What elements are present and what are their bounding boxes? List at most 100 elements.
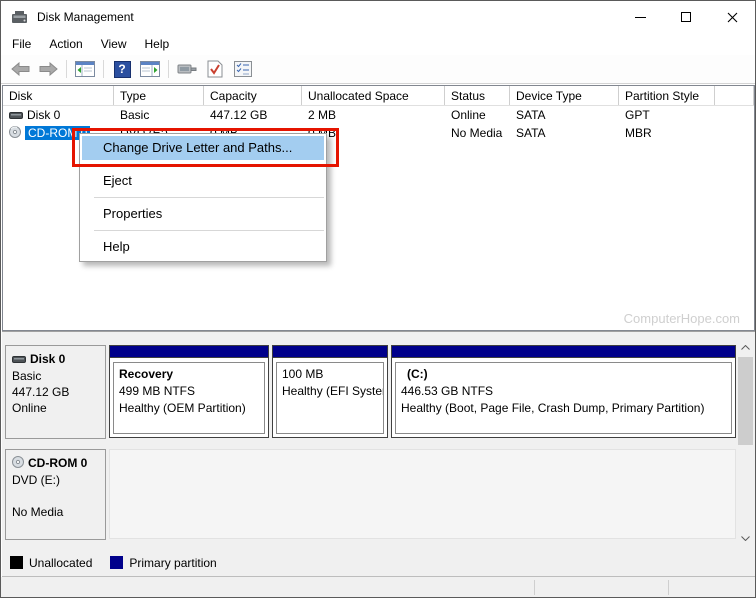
partition-size: 100 MB (282, 366, 383, 383)
scroll-up-button[interactable] (737, 339, 754, 356)
column-header-unallocated-space[interactable]: Unallocated Space (302, 86, 445, 105)
checklist-icon (234, 61, 252, 77)
partition-efi[interactable]: 100 MB Healthy (EFI System (272, 345, 388, 438)
vertical-scrollbar[interactable] (737, 339, 754, 547)
cdrom-status: No Media (445, 124, 510, 142)
panel-splitter[interactable] (2, 331, 755, 338)
device-tool-button[interactable] (174, 57, 200, 81)
minimize-icon (635, 17, 646, 18)
disk-type: Basic (114, 106, 204, 124)
toolbar-separator (168, 60, 169, 78)
help-icon: ? (114, 61, 131, 78)
menu-file[interactable]: File (3, 35, 40, 53)
menu-item-change-drive-letter[interactable]: Change Drive Letter and Paths... (82, 136, 324, 160)
disk-name: Disk 0 (27, 108, 60, 122)
disk0-label-box[interactable]: Disk 0 Basic 447.12 GB Online (5, 345, 106, 439)
menu-view[interactable]: View (92, 35, 136, 53)
title-bar: Disk Management (1, 1, 755, 33)
partition-color-bar (273, 346, 387, 358)
console-tree-icon (75, 61, 95, 77)
cd-rom-icon (9, 125, 21, 142)
partition-recovery[interactable]: Recovery 499 MB NTFS Healthy (OEM Partit… (109, 345, 269, 438)
menu-help[interactable]: Help (136, 35, 179, 53)
forward-arrow-icon (39, 62, 58, 76)
close-icon (727, 12, 738, 23)
watermark: ComputerHope.com (624, 311, 740, 326)
maximize-button[interactable] (663, 1, 709, 33)
graphical-view-panel: Disk 0 Basic 447.12 GB Online Recovery 4… (2, 338, 755, 549)
legend-primary-partition-label: Primary partition (129, 556, 216, 570)
disk-management-app-icon (11, 9, 29, 25)
checklist-button[interactable] (230, 57, 256, 81)
disk0-name: Disk 0 (30, 352, 65, 366)
cdrom0-label-box[interactable]: CD-ROM 0 DVD (E:) No Media (5, 449, 106, 540)
disk0-type: Basic (12, 368, 101, 384)
partition-title: Recovery (119, 366, 264, 383)
cdrom0-name: CD-ROM 0 (28, 456, 87, 470)
hard-disk-icon (12, 352, 26, 368)
legend-unallocated-label: Unallocated (29, 556, 92, 570)
menu-bar: File Action View Help (1, 33, 755, 55)
toolbar-separator (103, 60, 104, 78)
scrollbar-thumb[interactable] (738, 357, 753, 445)
partition-title: (C:) (401, 366, 731, 383)
toolbar: ? (1, 55, 755, 84)
window-title: Disk Management (37, 10, 134, 24)
back-arrow-icon (11, 62, 30, 76)
column-header-device-type[interactable]: Device Type (510, 86, 619, 105)
show-action-pane-button[interactable] (137, 57, 163, 81)
partition-size: 446.53 GB NTFS (401, 383, 731, 400)
help-button[interactable]: ? (109, 57, 135, 81)
chevron-down-icon (741, 536, 750, 541)
scroll-down-button[interactable] (737, 530, 754, 547)
cdrom-partition-style: MBR (619, 124, 715, 142)
table-row-disk0[interactable]: Disk 0 Basic 447.12 GB 2 MB Online SATA … (3, 106, 754, 124)
partition-c-drive[interactable]: (C:) 446.53 GB NTFS Healthy (Boot, Page … (391, 345, 736, 438)
disk0-size: 447.12 GB (12, 384, 101, 400)
disk-list-header: Disk Type Capacity Unallocated Space Sta… (3, 86, 754, 106)
forward-button[interactable] (35, 57, 61, 81)
menu-action[interactable]: Action (40, 35, 91, 53)
cdrom-device-type: SATA (510, 124, 619, 142)
back-button[interactable] (7, 57, 33, 81)
status-bar (1, 577, 755, 598)
partition-status: Healthy (EFI System (282, 383, 383, 400)
device-tool-icon (177, 62, 197, 76)
column-header-filler (715, 86, 754, 105)
status-bar-divider (668, 580, 669, 595)
partition-status: Healthy (OEM Partition) (119, 400, 264, 417)
check-document-button[interactable] (202, 57, 228, 81)
partition-color-bar (110, 346, 268, 358)
menu-item-properties[interactable]: Properties (80, 202, 326, 226)
disk-status: Online (445, 106, 510, 124)
column-header-status[interactable]: Status (445, 86, 510, 105)
disk-unallocated: 2 MB (302, 106, 445, 124)
cd-rom-icon (12, 456, 24, 472)
column-header-disk[interactable]: Disk (3, 86, 114, 105)
primary-partition-swatch (110, 556, 123, 569)
chevron-up-icon (741, 345, 750, 350)
column-header-type[interactable]: Type (114, 86, 204, 105)
context-menu: Change Drive Letter and Paths... Eject P… (79, 133, 327, 262)
menu-item-eject[interactable]: Eject (80, 169, 326, 193)
check-document-icon (207, 60, 223, 78)
menu-separator (94, 164, 324, 165)
action-pane-icon (140, 61, 160, 77)
partition-status: Healthy (Boot, Page File, Crash Dump, Pr… (401, 400, 731, 417)
cdrom0-graph-area[interactable] (109, 449, 736, 539)
menu-item-help[interactable]: Help (80, 235, 326, 259)
minimize-button[interactable] (617, 1, 663, 33)
show-console-tree-button[interactable] (72, 57, 98, 81)
unallocated-swatch (10, 556, 23, 569)
cdrom0-status: No Media (12, 504, 101, 520)
disk0-status: Online (12, 400, 101, 416)
status-bar-divider (534, 580, 535, 595)
disk-device-type: SATA (510, 106, 619, 124)
menu-separator (94, 197, 324, 198)
column-header-partition-style[interactable]: Partition Style (619, 86, 715, 105)
column-header-capacity[interactable]: Capacity (204, 86, 302, 105)
partition-color-bar (392, 346, 735, 358)
close-button[interactable] (709, 1, 755, 33)
legend-bar: Unallocated Primary partition (2, 549, 755, 577)
cdrom0-type: DVD (E:) (12, 472, 101, 488)
